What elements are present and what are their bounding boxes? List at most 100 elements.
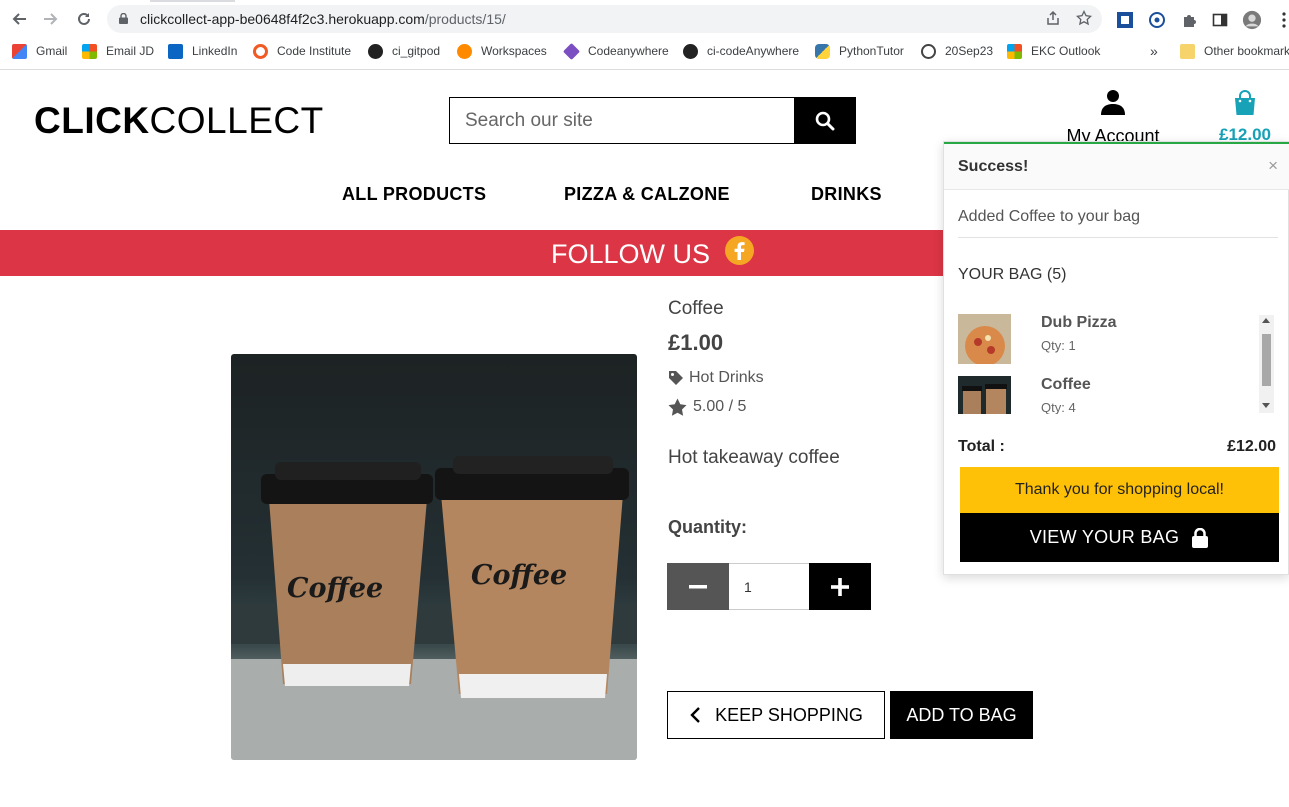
bookmarks-bar: Gmail Email JD LinkedIn Code Institute c…: [0, 38, 1289, 64]
scroll-up-icon[interactable]: [1262, 318, 1270, 323]
product-name: Coffee: [668, 298, 724, 319]
puzzle-icon[interactable]: [1179, 10, 1199, 30]
github-icon: [368, 43, 383, 59]
bookmark-20sep23[interactable]: 20Sep23: [921, 42, 993, 60]
bag-heading: YOUR BAG (5): [958, 266, 1067, 283]
my-account-link[interactable]: My Account: [1058, 89, 1168, 147]
profile-avatar[interactable]: [1242, 10, 1262, 30]
logo-bold: CLICK: [34, 100, 150, 141]
category-label: Hot Drinks: [689, 369, 764, 386]
bookmarks-overflow-icon[interactable]: »: [1150, 42, 1158, 60]
gmail-icon: [12, 43, 27, 59]
bookmark-label: Email JD: [106, 44, 155, 58]
nav-pizza-calzone[interactable]: PIZZA & CALZONE: [564, 184, 730, 205]
scroll-down-icon[interactable]: [1262, 403, 1270, 408]
bookmark-label: PythonTutor: [839, 44, 904, 58]
product-description: Hot takeaway coffee: [668, 447, 840, 468]
bookmark-other[interactable]: Other bookmarks: [1180, 42, 1289, 60]
bag-item-qty: Qty: 4: [1041, 400, 1076, 414]
bag-item-image: [958, 376, 1011, 414]
bookmark-ci-gitpod[interactable]: ci_gitpod: [368, 42, 440, 60]
bookmark-workspaces[interactable]: Workspaces: [457, 42, 547, 60]
bookmark-codeanywhere[interactable]: Codeanywhere: [563, 42, 669, 60]
toast-message: Added Coffee to your bag: [958, 208, 1141, 225]
bookmark-linkedin[interactable]: LinkedIn: [168, 42, 237, 60]
plus-icon: [831, 577, 849, 596]
toast-title: Success!: [958, 158, 1029, 175]
forward-icon[interactable]: [40, 8, 62, 30]
add-to-bag-button[interactable]: ADD TO BAG: [890, 691, 1033, 739]
user-icon: [1101, 90, 1125, 115]
bookmark-star-icon[interactable]: [1075, 9, 1093, 28]
cup-label-right: Coffee: [471, 560, 567, 591]
nav-all-products[interactable]: ALL PRODUCTS: [342, 184, 486, 205]
bookmark-pythontutor[interactable]: PythonTutor: [815, 42, 904, 60]
extension-icon-2[interactable]: [1147, 10, 1167, 30]
menu-icon[interactable]: [1274, 10, 1289, 30]
bookmark-email-jd[interactable]: Email JD: [82, 42, 154, 60]
scrollbar-thumb[interactable]: [1262, 334, 1271, 386]
product-rating: 5.00 / 5: [668, 398, 746, 416]
toast-header: Success! ×: [944, 144, 1289, 190]
success-toast: Success! × Added Coffee to your bag YOUR…: [943, 141, 1289, 575]
bag-item[interactable]: Dub Pizza Qty: 1: [958, 314, 1258, 366]
keep-shopping-button[interactable]: KEEP SHOPPING: [667, 691, 885, 739]
product-image: Coffee Coffee: [231, 354, 637, 760]
bookmark-label: ci_gitpod: [392, 44, 441, 58]
search-button[interactable]: [794, 98, 855, 143]
address-row: clickcollect-app-be0648f4f2c3.herokuapp.…: [0, 4, 1289, 34]
search-input[interactable]: [450, 98, 794, 143]
bookmark-label: ci-codeAnywhere: [707, 44, 800, 58]
linkedin-icon: [168, 43, 183, 59]
bookmark-ci-codeanywhere[interactable]: ci-codeAnywhere: [683, 42, 799, 60]
bookmark-ekc-outlook[interactable]: EKC Outlook: [1007, 42, 1100, 60]
total-label: Total :: [958, 438, 1005, 455]
python-icon: [815, 43, 830, 59]
quantity-input[interactable]: [729, 563, 809, 610]
side-panel-icon[interactable]: [1210, 10, 1230, 30]
bookmark-gmail[interactable]: Gmail: [12, 42, 67, 60]
bookmark-label: Codeanywhere: [588, 44, 669, 58]
quantity-stepper: [667, 563, 871, 610]
bookmark-label: Workspaces: [481, 44, 547, 58]
bag-item-qty: Qty: 1: [1041, 338, 1076, 353]
extension-icon-1[interactable]: [1115, 10, 1135, 30]
tab-strip: [150, 0, 235, 2]
facebook-icon[interactable]: [725, 236, 754, 265]
increment-button[interactable]: [809, 563, 871, 610]
cart-link[interactable]: £12.00: [1213, 90, 1277, 145]
bag-item[interactable]: Coffee Qty: 4: [958, 376, 1258, 414]
browser-chrome: clickcollect-app-be0648f4f2c3.herokuapp.…: [0, 0, 1289, 70]
keep-shopping-label: KEEP SHOPPING: [715, 704, 863, 725]
chevron-left-icon: [690, 707, 700, 723]
star-icon: [668, 398, 687, 416]
back-icon[interactable]: [8, 8, 30, 30]
rating-label: 5.00 / 5: [693, 398, 747, 415]
bookmark-label: 20Sep23: [945, 44, 994, 58]
site-logo[interactable]: CLICKCOLLECT: [34, 100, 324, 142]
codeanywhere-icon: [563, 42, 580, 60]
share-icon[interactable]: [1044, 10, 1062, 28]
search-icon: [815, 111, 834, 130]
view-bag-button[interactable]: VIEW YOUR BAG: [960, 513, 1279, 562]
clock-icon: [921, 43, 936, 59]
tag-icon: [669, 371, 683, 385]
bag-scrollbar[interactable]: [1259, 315, 1274, 413]
bookmark-code-institute[interactable]: Code Institute: [253, 42, 351, 60]
product-category[interactable]: Hot Drinks: [668, 369, 764, 387]
minus-icon: [689, 584, 707, 588]
microsoft-icon: [82, 43, 97, 59]
bookmark-label: Other bookmarks: [1204, 44, 1289, 58]
close-icon[interactable]: ×: [1268, 156, 1278, 176]
decrement-button[interactable]: [667, 563, 729, 610]
reload-icon[interactable]: [73, 8, 95, 30]
gitpod-icon: [457, 43, 472, 59]
follow-us-text: FOLLOW US: [551, 239, 711, 269]
nav-drinks[interactable]: DRINKS: [811, 184, 882, 205]
bag-item-image: [958, 314, 1011, 364]
lock-icon: [119, 13, 128, 24]
shopping-bag-icon: [1235, 90, 1255, 115]
total-value: £12.00: [1227, 438, 1276, 455]
address-bar[interactable]: clickcollect-app-be0648f4f2c3.herokuapp.…: [107, 5, 1102, 33]
github-icon: [683, 43, 698, 59]
